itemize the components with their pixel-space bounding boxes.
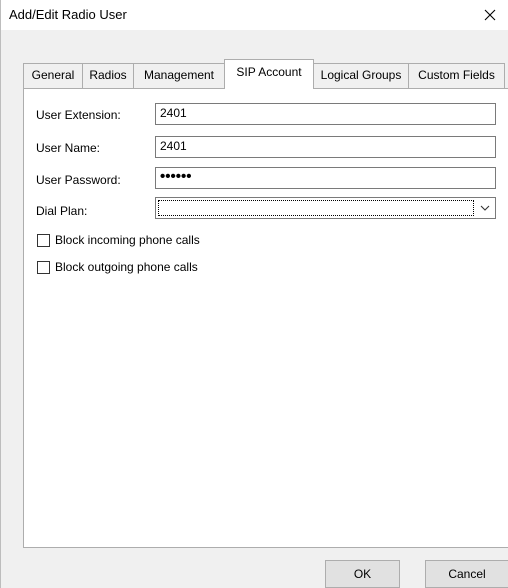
dial-plan-value <box>158 200 474 216</box>
title-bar: Add/Edit Radio User <box>1 0 508 30</box>
chevron-down-icon <box>480 205 490 211</box>
ok-button[interactable]: OK <box>325 560 400 588</box>
tab-custom-fields[interactable]: Custom Fields <box>408 63 505 88</box>
block-incoming-label: Block incoming phone calls <box>55 233 200 247</box>
cancel-button[interactable]: Cancel <box>425 560 508 588</box>
block-outgoing-checkbox[interactable] <box>37 261 50 274</box>
dialog-window: Add/Edit Radio User General Radios Manag… <box>0 0 508 588</box>
tab-general[interactable]: General <box>23 63 83 88</box>
user-extension-field[interactable]: 2401 <box>155 103 496 125</box>
dial-plan-select[interactable] <box>155 197 496 219</box>
block-incoming-checkbox[interactable] <box>37 234 50 247</box>
window-title: Add/Edit Radio User <box>9 7 127 22</box>
close-button[interactable] <box>472 0 508 30</box>
tab-sip-account[interactable]: SIP Account <box>224 59 314 89</box>
tab-logical-groups[interactable]: Logical Groups <box>313 63 409 88</box>
dial-plan-label: Dial Plan: <box>36 204 88 218</box>
tab-management[interactable]: Management <box>133 63 225 88</box>
tab-radios[interactable]: Radios <box>82 63 134 88</box>
block-outgoing-label: Block outgoing phone calls <box>55 260 198 274</box>
user-name-label: User Name: <box>36 141 101 155</box>
close-icon <box>484 9 496 21</box>
user-password-label: User Password: <box>36 173 121 187</box>
user-name-field[interactable]: 2401 <box>155 136 496 158</box>
user-password-field[interactable]: •••••• <box>155 167 496 189</box>
user-extension-label: User Extension: <box>36 108 121 122</box>
dial-plan-dropdown-button[interactable] <box>475 198 495 218</box>
